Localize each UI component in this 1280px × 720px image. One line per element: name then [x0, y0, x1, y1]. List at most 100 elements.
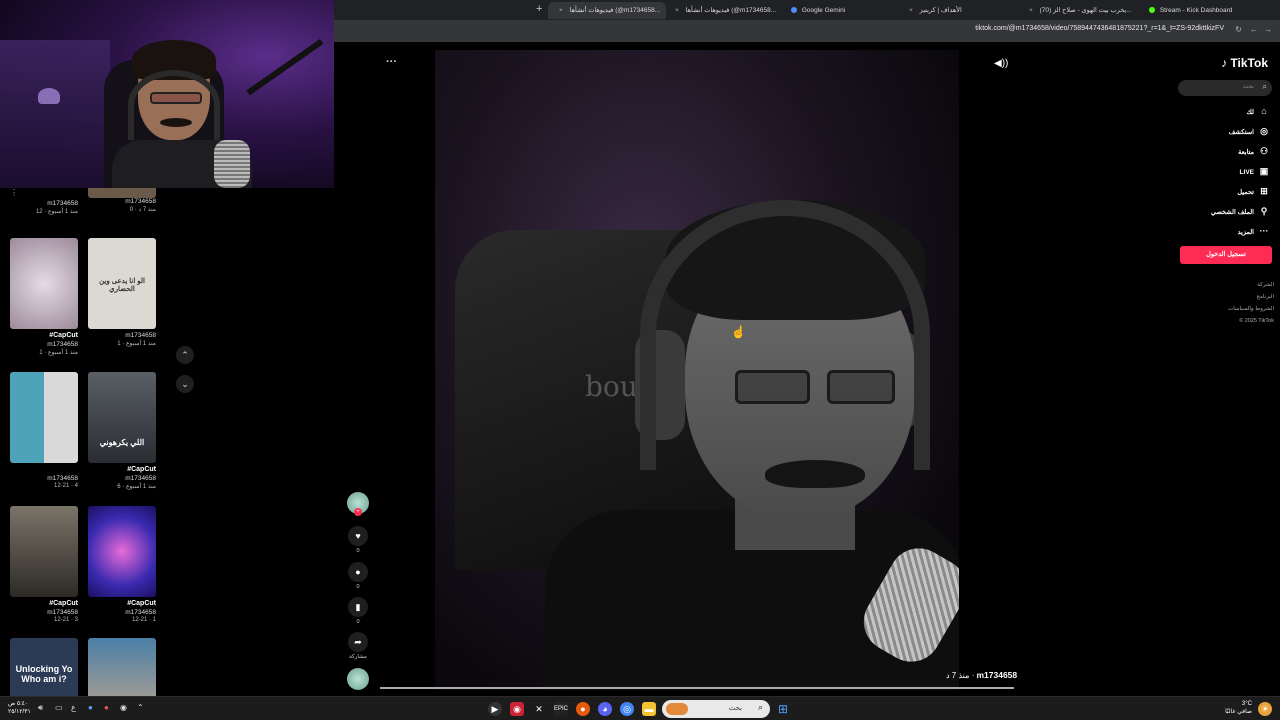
creator-avatar-button[interactable]: + [346, 492, 370, 516]
page-content: bou ☝ ··· ◀)) منذ 7 د · m1734658 + ♥ 0 ●… [334, 42, 1280, 696]
avatar[interactable]: + [347, 492, 369, 516]
video-player[interactable]: bou ☝ [380, 50, 1016, 690]
comment-icon[interactable]: ● [348, 562, 368, 582]
upload-icon: ⊞ [1260, 186, 1268, 196]
firefox-icon[interactable]: ● [576, 702, 590, 716]
save-button[interactable]: ▮ 0 [346, 597, 370, 625]
taskbar-search[interactable]: بحث ⌕ [662, 700, 770, 718]
like-button[interactable]: ♥ 0 [346, 526, 370, 554]
nav-live[interactable]: LIVE ▣ [1240, 166, 1270, 177]
card-meta: منذ 1 أسبوع · 1 [117, 341, 156, 347]
grid-card[interactable]: اللي يكرهوني #CapCut m1734658 منذ 1 أسبو… [88, 372, 156, 491]
nav-for-you[interactable]: لك ⌂ [1247, 106, 1270, 116]
grid-card[interactable]: m1734658 منذ 1 أسبوع · 12 ⋮ [10, 188, 78, 216]
card-thumbnail[interactable] [88, 188, 156, 198]
follow-plus-icon[interactable]: + [354, 508, 362, 516]
scroll-down-button[interactable]: ⌄ [176, 375, 194, 393]
search-input[interactable]: بحث ⌕ [1178, 80, 1272, 96]
nav-explore[interactable]: استكشف ◎ [1229, 126, 1270, 137]
card-username: m1734658 [47, 200, 78, 207]
grid-card[interactable]: الو انا يدعى وين الحضاري m1734658 منذ 1 … [88, 238, 156, 348]
record-app-icon[interactable]: ◉ [510, 702, 524, 716]
media-player-icon[interactable]: ▶ [488, 702, 502, 716]
heart-icon[interactable]: ♥ [348, 526, 368, 546]
search-icon[interactable]: ⌕ [1263, 82, 1267, 92]
sound-icon[interactable]: ◀)) [994, 58, 1008, 69]
weather-widget[interactable]: 3°C صافي غالبًا [1225, 700, 1252, 716]
tab-criteriz[interactable]: × الأهداف | كريتيز [904, 2, 1014, 19]
grid-card[interactable] [88, 638, 156, 696]
card-username: m1734658 [125, 609, 156, 616]
new-tab-button[interactable]: + [536, 3, 542, 15]
tray-overflow-icon[interactable]: ⌃ [137, 703, 144, 712]
nav-more[interactable]: المزيد ··· [1238, 226, 1270, 236]
nav-profile[interactable]: الملف الشخصي ⚲ [1211, 206, 1270, 217]
tab-youtube[interactable]: × (70) يخرب بيت الهوى - صلاح الز... [1024, 2, 1140, 19]
grid-card[interactable]: #CapCut m1734658 12-21 · 1 [88, 506, 156, 625]
system-clock[interactable]: ٥:٤٠ ص ٢٥/١٢/٣١ [8, 700, 31, 716]
tray-app-icon[interactable]: ● [104, 703, 109, 712]
reload-icon[interactable]: ↻ [1235, 25, 1242, 34]
file-explorer-icon[interactable]: ▬ [642, 702, 656, 716]
epic-games-icon[interactable]: EPIC [554, 702, 568, 716]
footer-link-program[interactable]: البرنامج [1256, 294, 1274, 300]
tab-tiktok-active[interactable]: × فيديوهات أنشأها (@m1734658... [548, 2, 666, 19]
share-button[interactable]: ➦ مشاركة [346, 632, 370, 660]
card-meta: منذ 7 د · 0 [129, 207, 156, 213]
footer-link-company[interactable]: الشركة [1257, 282, 1274, 288]
tiktok-logo[interactable]: ♪ TikTok [1221, 56, 1268, 70]
search-icon[interactable]: ⌕ [758, 702, 763, 713]
grid-card[interactable]: #CapCut m1734658 12-21 · 3 [10, 506, 78, 625]
tab-kick[interactable]: Stream - Kick Dashboard [1146, 2, 1266, 19]
nav-label: استكشف [1228, 129, 1254, 136]
volume-icon[interactable]: 🔊︎ [38, 703, 43, 713]
card-thumbnail[interactable]: الو انا يدعى وين الحضاري [88, 238, 156, 329]
close-tab-icon[interactable]: × [909, 7, 913, 14]
comment-count: 0 [356, 584, 360, 590]
card-thumbnail[interactable] [10, 238, 78, 329]
grid-card[interactable]: m1734658 12-21 · 4 [10, 372, 78, 491]
tray-discord-icon[interactable]: ◉ [120, 703, 127, 712]
discord-icon[interactable]: ◕ [598, 702, 612, 716]
card-thumbnail[interactable]: اللي يكرهوني [88, 372, 156, 463]
music-disc-button[interactable] [346, 668, 370, 690]
forward-icon[interactable]: → [1264, 25, 1272, 34]
card-thumbnail[interactable] [10, 372, 78, 463]
start-windows-icon[interactable]: ⊞ [776, 702, 790, 716]
video-username[interactable]: m1734658 [976, 670, 1017, 680]
grid-card[interactable]: Unlocking Yo Who am i? [10, 638, 78, 696]
close-tab-icon[interactable]: × [559, 7, 563, 14]
grid-card[interactable]: m1734658 منذ 7 د · 0 [88, 188, 156, 214]
nav-upload[interactable]: تحميل ⊞ [1237, 186, 1270, 197]
music-disc-icon[interactable] [347, 668, 369, 690]
back-icon[interactable]: ← [1250, 25, 1258, 34]
card-thumbnail[interactable] [10, 506, 78, 597]
footer-link-terms[interactable]: الشروط والسياسات [1228, 306, 1274, 312]
video-more-icon[interactable]: ··· [386, 56, 397, 68]
background-lamp [38, 88, 60, 104]
card-title: #CapCut [49, 600, 78, 607]
card-thumbnail[interactable] [88, 506, 156, 597]
tab-tiktok[interactable]: × فيديوهات أنشأها (@m1734658... [670, 2, 780, 19]
network-icon[interactable]: ▭ [55, 703, 63, 712]
share-icon[interactable]: ➦ [348, 632, 368, 652]
chrome-icon[interactable]: ◎ [620, 702, 634, 716]
microphone-icon[interactable]: ● [88, 703, 93, 712]
video-progress-bar[interactable] [380, 687, 1014, 689]
tab-gemini[interactable]: Google Gemini [788, 2, 908, 19]
close-tab-icon[interactable]: × [1029, 7, 1033, 14]
language-indicator[interactable]: ع [71, 703, 76, 712]
card-thumbnail[interactable] [88, 638, 156, 696]
capcut-icon[interactable]: ✕ [532, 702, 546, 716]
login-button[interactable]: تسجيل الدخول [1180, 246, 1272, 264]
url-field[interactable]: tiktok.com/@m1734658/video/7589447436481… [975, 25, 1224, 32]
grid-card[interactable]: #CapCut m1734658 منذ 1 أسبوع · 1 [10, 238, 78, 357]
close-tab-icon[interactable]: × [675, 7, 679, 14]
video-frame[interactable]: bou [435, 50, 959, 690]
nav-following[interactable]: متابعة ⚇ [1238, 146, 1270, 157]
comment-button[interactable]: ● 0 [346, 562, 370, 590]
card-thumbnail[interactable]: Unlocking Yo Who am i? [10, 638, 78, 696]
scroll-up-button[interactable]: ⌃ [176, 346, 194, 364]
card-more-icon[interactable]: ⋮ [10, 188, 18, 197]
bookmark-icon[interactable]: ▮ [348, 597, 368, 617]
